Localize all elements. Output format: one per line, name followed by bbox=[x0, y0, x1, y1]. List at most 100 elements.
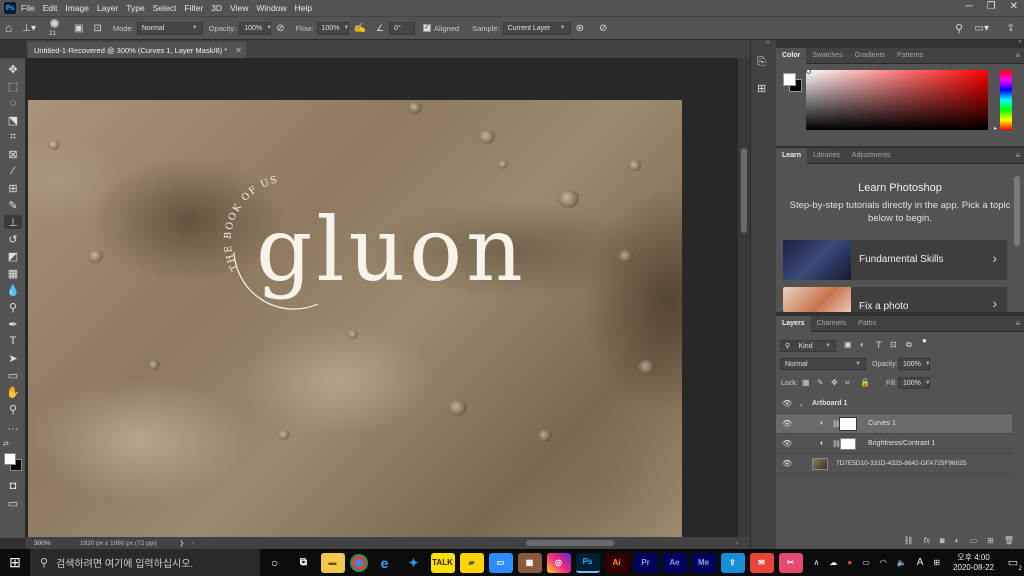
eye-icon[interactable]: 👁 bbox=[782, 459, 792, 468]
clone-source-icon[interactable]: ⊡ bbox=[93, 23, 101, 34]
tray-app-icon[interactable]: ☁ bbox=[829, 558, 837, 567]
healing-brush-tool-icon[interactable]: ⊞ bbox=[4, 181, 22, 195]
panel-menu-icon[interactable]: ≡ bbox=[1015, 51, 1020, 60]
more-tools-icon[interactable]: ··· bbox=[4, 422, 22, 436]
instagram-icon[interactable]: ◎ bbox=[546, 552, 571, 573]
notification-center-icon[interactable]: ▭ 2 bbox=[1002, 549, 1024, 576]
collapse-arrows-icon[interactable]: « bbox=[766, 40, 769, 46]
artboard-image[interactable]: THE BOOK OF US gluon bbox=[28, 100, 682, 537]
close-icon[interactable]: ✕ bbox=[1010, 1, 1018, 12]
windows-start-icon[interactable]: ⊞ bbox=[0, 549, 30, 576]
mode-select[interactable]: Normal ▼ bbox=[136, 21, 203, 35]
tab-layers[interactable]: Layers bbox=[776, 315, 811, 332]
tab-channels[interactable]: Channels bbox=[811, 316, 853, 332]
zoom-level[interactable]: 300% bbox=[34, 540, 74, 547]
delete-layer-icon[interactable]: 🗑 bbox=[1004, 536, 1014, 545]
premiere-icon[interactable]: Pr bbox=[633, 552, 658, 573]
dodge-tool-icon[interactable]: ⚲ bbox=[4, 300, 22, 314]
new-adjustment-icon[interactable]: ◐ bbox=[955, 536, 960, 545]
tray-app-icon[interactable]: ● bbox=[847, 558, 852, 567]
eraser-tool-icon[interactable]: ◩ bbox=[4, 249, 22, 263]
media-encoder-icon[interactable]: Me bbox=[691, 552, 716, 573]
scroll-right-icon[interactable]: › bbox=[736, 540, 738, 547]
swap-colors-icon[interactable]: ⇄ bbox=[3, 440, 9, 448]
filter-type-icon[interactable]: T bbox=[876, 340, 882, 350]
menu-file[interactable]: File bbox=[21, 3, 35, 13]
angle-field[interactable]: 0° bbox=[389, 21, 416, 35]
eyedropper-tool-icon[interactable]: ⁄ bbox=[4, 164, 22, 178]
hand-tool-icon[interactable]: ✋ bbox=[4, 385, 22, 399]
sample-select[interactable]: Current Layer ▼ bbox=[502, 21, 571, 35]
color-picker-field[interactable] bbox=[806, 70, 988, 130]
illustrator-icon[interactable]: Ai bbox=[604, 552, 629, 573]
menu-type[interactable]: Type bbox=[126, 3, 144, 13]
ime-mode-icon[interactable]: ⊞ bbox=[933, 558, 940, 567]
new-layer-icon[interactable]: ⊞ bbox=[987, 536, 994, 545]
menu-filter[interactable]: Filter bbox=[184, 3, 203, 13]
crop-tool-icon[interactable]: ⌗ bbox=[4, 130, 22, 144]
disclosure-chevron-icon[interactable]: ⌄ bbox=[798, 400, 804, 408]
type-tool-icon[interactable]: T bbox=[4, 334, 22, 348]
tab-gradients[interactable]: Gradients bbox=[849, 48, 891, 64]
photo-app-icon[interactable]: ▦ bbox=[517, 552, 542, 573]
app-icon-red[interactable]: ✉ bbox=[749, 552, 774, 573]
share-icon[interactable]: ⇪ bbox=[1007, 23, 1015, 34]
fill-field[interactable]: 100% ▼ bbox=[898, 377, 931, 389]
taskbar-search[interactable]: ⚲ 검색하려면 여기에 입력하십시오. bbox=[30, 549, 260, 576]
menu-3d[interactable]: 3D bbox=[211, 3, 222, 13]
home-icon[interactable]: ⌂ bbox=[5, 21, 12, 35]
app-icon-blue[interactable]: ⇪ bbox=[720, 552, 745, 573]
task-view-icon[interactable]: ⧉ bbox=[292, 553, 316, 573]
clone-stamp-tool-icon[interactable]: ⊥ bbox=[4, 215, 22, 229]
learn-card-fundamental-skills[interactable]: Fundamental Skills › bbox=[783, 240, 1007, 280]
hue-slider[interactable] bbox=[1000, 70, 1012, 130]
zoom-tool-icon[interactable]: ⚲ bbox=[4, 402, 22, 416]
lock-image-icon[interactable]: ✎ bbox=[817, 378, 824, 387]
pen-tool-icon[interactable]: ✒ bbox=[4, 317, 22, 331]
layer-row-image[interactable]: 👁 7D7E5D10-331D-4325-8642-DFA725F96025 bbox=[776, 454, 1012, 474]
tab-learn[interactable]: Learn bbox=[776, 147, 808, 164]
quick-select-tool-icon[interactable]: ⬔ bbox=[4, 113, 22, 127]
pressure-size-icon[interactable]: ⊘ bbox=[599, 23, 607, 34]
brush-preset-picker[interactable]: 21 bbox=[45, 17, 65, 39]
network-icon[interactable]: ▭ bbox=[862, 558, 870, 567]
zoom-app-icon[interactable]: ▭ bbox=[488, 552, 513, 573]
panel-menu-icon[interactable]: ≡ bbox=[1015, 319, 1020, 328]
app-icon-pink[interactable]: ✂ bbox=[778, 552, 803, 573]
frame-tool-icon[interactable]: ⊠ bbox=[4, 147, 22, 161]
restore-icon[interactable]: ❐ bbox=[987, 1, 996, 12]
quick-mask-icon[interactable]: ◘ bbox=[4, 479, 22, 493]
file-explorer-icon[interactable]: ▬ bbox=[320, 552, 345, 573]
photoshop-taskbar-icon[interactable]: Ps bbox=[575, 552, 600, 573]
menu-layer[interactable]: Layer bbox=[97, 3, 118, 13]
link-layers-icon[interactable]: ⛓ bbox=[904, 536, 914, 545]
edge-icon[interactable]: e bbox=[373, 553, 397, 573]
scrollbar-thumb[interactable] bbox=[741, 148, 747, 233]
close-icon[interactable]: ✕ bbox=[235, 46, 242, 55]
collapse-arrows-icon[interactable]: » bbox=[1019, 39, 1022, 45]
tab-patterns[interactable]: Patterns bbox=[891, 48, 929, 64]
brush-settings-icon[interactable]: ▣ bbox=[74, 23, 83, 34]
ime-language-indicator[interactable]: A bbox=[917, 557, 924, 568]
foreground-color-swatch[interactable] bbox=[4, 453, 16, 465]
marquee-tool-icon[interactable]: ⬚ bbox=[4, 79, 22, 93]
volume-icon[interactable]: 🔈 bbox=[897, 558, 907, 567]
path-selection-tool-icon[interactable]: ➤ bbox=[4, 351, 22, 365]
menu-view[interactable]: View bbox=[230, 3, 248, 13]
layer-row-curves[interactable]: 👁 ◐ ⛓ Curves 1 bbox=[776, 414, 1012, 434]
gradient-tool-icon[interactable]: ▦ bbox=[4, 266, 22, 280]
layer-mask-thumbnail[interactable] bbox=[840, 437, 856, 450]
scroll-left-icon[interactable]: ‹ bbox=[192, 540, 194, 547]
blur-tool-icon[interactable]: 💧 bbox=[4, 283, 22, 297]
aligned-checkbox[interactable]: ✓ bbox=[423, 24, 432, 32]
lock-transparent-icon[interactable]: ▦ bbox=[802, 378, 810, 387]
after-effects-icon[interactable]: Ae bbox=[662, 552, 687, 573]
new-group-icon[interactable]: ▭ bbox=[970, 536, 978, 545]
wifi-icon[interactable]: ◠ bbox=[880, 558, 887, 567]
layer-opacity-field[interactable]: 100% ▼ bbox=[898, 358, 931, 370]
add-mask-icon[interactable]: ◙ bbox=[940, 536, 945, 545]
lock-artboard-icon[interactable]: ⌗ bbox=[845, 378, 850, 388]
clone-stamp-preset-icon[interactable]: ⊥▾ bbox=[22, 23, 36, 34]
chrome-icon[interactable] bbox=[349, 553, 368, 572]
pressure-opacity-icon[interactable]: ⊘ bbox=[276, 23, 284, 34]
